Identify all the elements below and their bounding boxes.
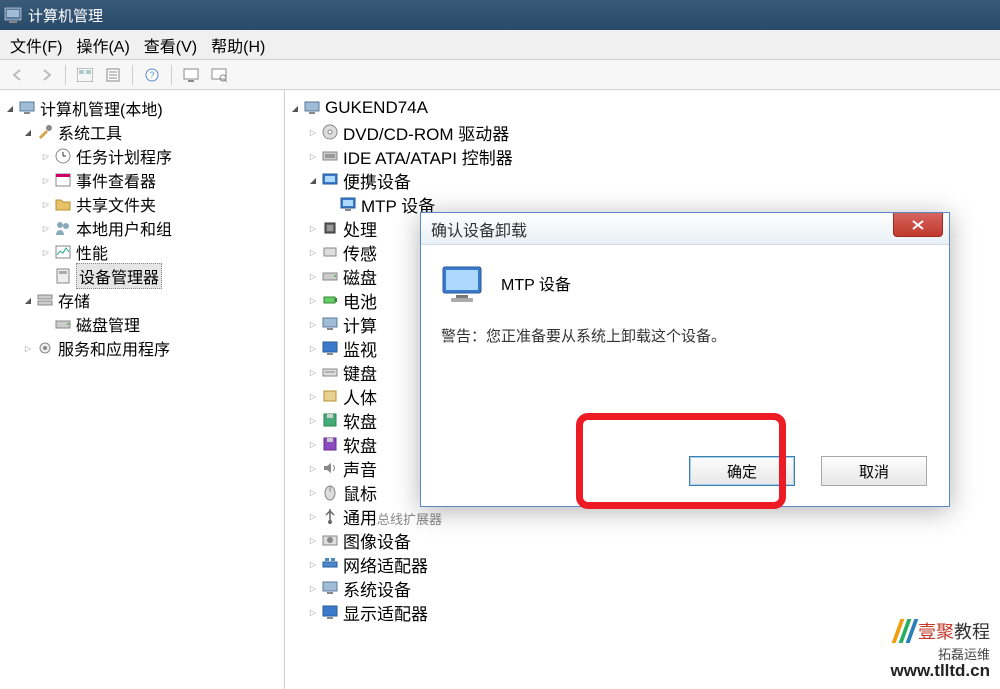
tree-root[interactable]: GUKEND74A bbox=[285, 96, 1000, 120]
display-icon bbox=[321, 603, 339, 621]
event-icon bbox=[54, 171, 72, 189]
sidebar-device-manager[interactable]: 设备管理器 bbox=[0, 264, 284, 288]
toolbar-help-icon[interactable]: ? bbox=[140, 63, 164, 87]
keyboard-icon bbox=[321, 363, 339, 381]
mouse-icon bbox=[321, 483, 339, 501]
watermark: 壹聚教程 拓磊运维 www.tlltd.cn bbox=[891, 618, 990, 681]
camera-icon bbox=[321, 531, 339, 549]
sidebar-tree: 计算机管理(本地) 系统工具 任务计划程序 事件查看器 共享文件夹 本地用户和组… bbox=[0, 90, 285, 689]
window-titlebar: 计算机管理 bbox=[0, 0, 1000, 30]
sidebar-system-tools[interactable]: 系统工具 bbox=[0, 120, 284, 144]
computer-icon bbox=[18, 99, 36, 117]
toolbar-sep2 bbox=[132, 65, 133, 85]
computer-icon bbox=[303, 99, 321, 117]
floppy-icon bbox=[321, 411, 339, 429]
tree-ide[interactable]: IDE ATA/ATAPI 控制器 bbox=[285, 144, 1000, 168]
tree-portable[interactable]: 便携设备 bbox=[285, 168, 1000, 192]
sidebar-task-scheduler[interactable]: 任务计划程序 bbox=[0, 144, 284, 168]
cpu-icon bbox=[321, 219, 339, 237]
toolbar-sep3 bbox=[171, 65, 172, 85]
menubar: 文件(F) 操作(A) 查看(V) 帮助(H) bbox=[0, 30, 1000, 60]
cancel-button[interactable]: 取消 bbox=[821, 456, 927, 486]
confirm-uninstall-dialog: 确认设备卸载 MTP 设备 警告：您正准备要从系统上卸载这个设备。 确定 取消 bbox=[420, 212, 950, 507]
system-icon bbox=[321, 579, 339, 597]
sidebar-shared-folders[interactable]: 共享文件夹 bbox=[0, 192, 284, 216]
diskmgmt-icon bbox=[54, 315, 72, 333]
usb-icon bbox=[321, 507, 339, 525]
hid-icon bbox=[321, 387, 339, 405]
close-button[interactable] bbox=[893, 213, 943, 237]
folder-icon bbox=[54, 195, 72, 213]
users-icon bbox=[54, 219, 72, 237]
dvd-icon bbox=[321, 123, 339, 141]
sidebar-root[interactable]: 计算机管理(本地) bbox=[0, 96, 284, 120]
toolbar-scan-icon[interactable] bbox=[207, 63, 231, 87]
device-icon bbox=[54, 267, 72, 285]
computer-icon bbox=[321, 315, 339, 333]
network-icon bbox=[321, 555, 339, 573]
sidebar-performance[interactable]: 性能 bbox=[0, 240, 284, 264]
forward-icon bbox=[34, 63, 58, 87]
sound-icon bbox=[321, 459, 339, 477]
svg-text:?: ? bbox=[149, 70, 154, 80]
tree-usb[interactable]: 通用总线扩展器 bbox=[285, 504, 1000, 528]
sidebar-local-users[interactable]: 本地用户和组 bbox=[0, 216, 284, 240]
portable-icon bbox=[321, 171, 339, 189]
tools-icon bbox=[36, 123, 54, 141]
sidebar-event-viewer[interactable]: 事件查看器 bbox=[0, 168, 284, 192]
menu-view[interactable]: 查看(V) bbox=[144, 33, 197, 57]
window-title: 计算机管理 bbox=[28, 5, 103, 26]
sidebar-storage[interactable]: 存储 bbox=[0, 288, 284, 312]
clock-icon bbox=[54, 147, 72, 165]
monitor-icon bbox=[321, 339, 339, 357]
floppy-icon bbox=[321, 435, 339, 453]
tree-network[interactable]: 网络适配器 bbox=[285, 552, 1000, 576]
toolbar: ? bbox=[0, 60, 1000, 90]
storage-icon bbox=[36, 291, 54, 309]
battery-icon bbox=[321, 291, 339, 309]
toolbar-sep bbox=[65, 65, 66, 85]
sensor-icon bbox=[321, 243, 339, 261]
tree-dvd[interactable]: DVD/CD-ROM 驱动器 bbox=[285, 120, 1000, 144]
dialog-device-name: MTP 设备 bbox=[501, 271, 571, 295]
menu-help[interactable]: 帮助(H) bbox=[211, 33, 265, 57]
services-icon bbox=[36, 339, 54, 357]
menu-file[interactable]: 文件(F) bbox=[10, 33, 62, 57]
back-icon bbox=[6, 63, 30, 87]
disk-icon bbox=[321, 267, 339, 285]
tree-image[interactable]: 图像设备 bbox=[285, 528, 1000, 552]
toolbar-console-icon[interactable] bbox=[73, 63, 97, 87]
mtp-icon bbox=[339, 195, 357, 213]
tree-system[interactable]: 系统设备 bbox=[285, 576, 1000, 600]
sidebar-disk-management[interactable]: 磁盘管理 bbox=[0, 312, 284, 336]
toolbar-props-icon[interactable] bbox=[101, 63, 125, 87]
sidebar-services-apps[interactable]: 服务和应用程序 bbox=[0, 336, 284, 360]
dialog-device-icon bbox=[441, 263, 483, 303]
dialog-titlebar[interactable]: 确认设备卸载 bbox=[421, 213, 949, 245]
ok-button[interactable]: 确定 bbox=[689, 456, 795, 486]
watermark-url: www.tlltd.cn bbox=[891, 661, 990, 681]
dialog-title: 确认设备卸载 bbox=[431, 217, 527, 241]
watermark-stripes-icon bbox=[896, 619, 914, 643]
ide-icon bbox=[321, 147, 339, 165]
perf-icon bbox=[54, 243, 72, 261]
app-icon bbox=[4, 6, 22, 24]
menu-action[interactable]: 操作(A) bbox=[76, 33, 129, 57]
toolbar-monitor-icon[interactable] bbox=[179, 63, 203, 87]
dialog-warning-text: 警告：您正准备要从系统上卸载这个设备。 bbox=[441, 325, 929, 346]
